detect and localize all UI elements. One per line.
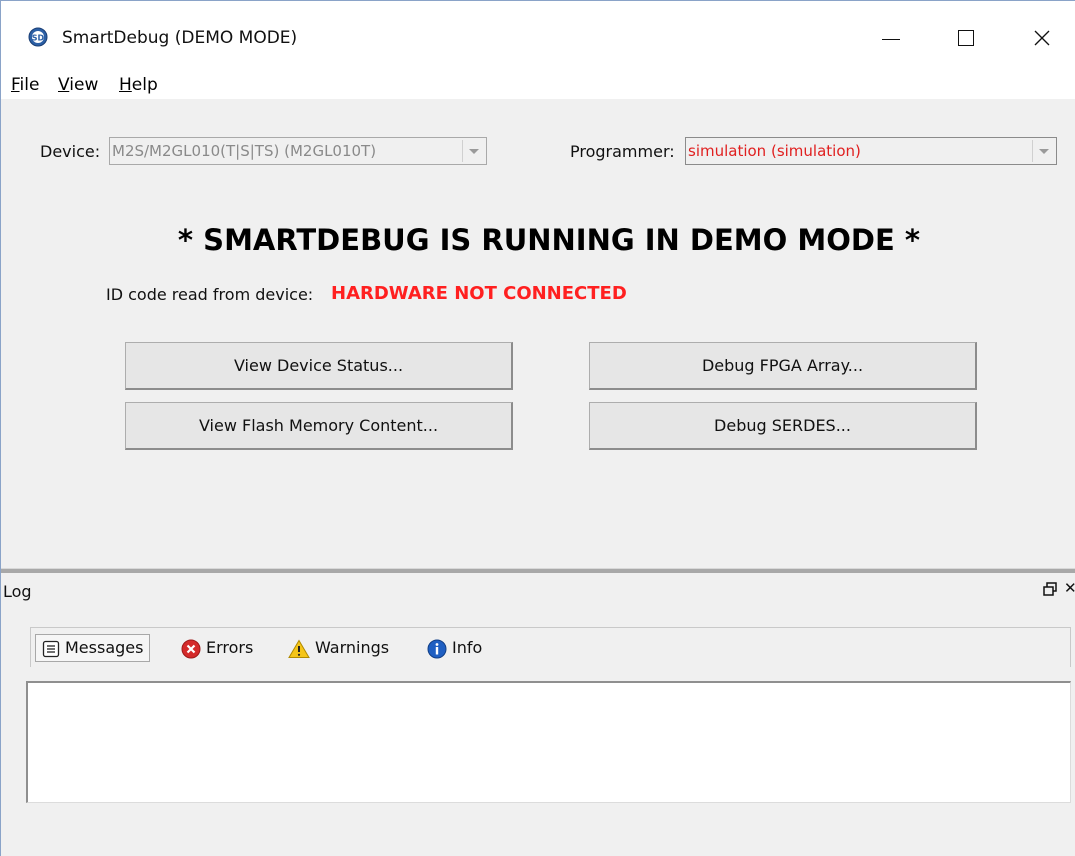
close-button[interactable] — [1012, 16, 1072, 60]
menu-help-mnemonic: H — [119, 75, 132, 95]
chevron-down-icon[interactable] — [1032, 140, 1054, 162]
view-flash-memory-button[interactable]: View Flash Memory Content... — [125, 402, 513, 450]
info-icon — [427, 639, 447, 658]
view-device-status-button[interactable]: View Device Status... — [125, 342, 513, 390]
menu-file-label: ile — [19, 75, 40, 95]
demo-mode-banner: * SMARTDEBUG IS RUNNING IN DEMO MODE * — [177, 223, 921, 257]
log-title: Log — [3, 582, 32, 601]
tab-info-label: Info — [452, 638, 483, 657]
tab-warnings[interactable]: Warnings — [288, 635, 389, 661]
chevron-down-icon[interactable] — [462, 140, 484, 162]
window-title: SmartDebug (DEMO MODE) — [62, 28, 298, 48]
menu-view-label: iew — [69, 75, 99, 95]
close-pane-icon[interactable]: ✕ — [1064, 579, 1075, 597]
error-icon — [181, 639, 201, 658]
id-code-value: HARDWARE NOT CONNECTED — [331, 283, 627, 304]
title-bar[interactable]: SD SmartDebug (DEMO MODE) — [1, 1, 1075, 71]
minimize-button[interactable] — [860, 16, 920, 60]
smartdebug-window: SD SmartDebug (DEMO MODE) File View Help… — [0, 0, 1075, 856]
tab-info[interactable]: Info — [427, 635, 482, 661]
menu-file-mnemonic: F — [11, 75, 20, 95]
maximize-button[interactable] — [936, 16, 996, 60]
tab-errors[interactable]: Errors — [181, 635, 253, 661]
id-code-label: ID code read from device: — [106, 285, 314, 304]
menu-file[interactable]: File — [11, 75, 39, 95]
programmer-select-value: simulation (simulation) — [688, 142, 861, 160]
menu-bar: File View Help — [1, 71, 1075, 99]
programmer-select[interactable]: simulation (simulation) — [685, 137, 1057, 165]
tab-messages-label: Messages — [65, 638, 144, 657]
device-select-value: M2S/M2GL010(T|S|TS) (M2GL010T) — [112, 142, 377, 160]
close-icon — [1034, 30, 1050, 46]
tab-errors-label: Errors — [206, 638, 254, 657]
log-messages-area[interactable] — [26, 681, 1071, 803]
device-select[interactable]: M2S/M2GL010(T|S|TS) (M2GL010T) — [109, 137, 487, 165]
smartdebug-logo-icon: SD — [28, 27, 48, 47]
device-label: Device: — [40, 142, 101, 161]
list-icon — [42, 640, 60, 657]
minimize-icon — [882, 39, 900, 40]
tab-messages[interactable]: Messages — [35, 634, 151, 662]
log-pane-header: Log ✕ — [1, 573, 1075, 607]
debug-fpga-array-button[interactable]: Debug FPGA Array... — [589, 342, 977, 390]
menu-view[interactable]: View — [58, 75, 98, 95]
float-window-icon[interactable] — [1043, 582, 1057, 596]
menu-help[interactable]: Help — [119, 75, 158, 95]
menu-help-label: elp — [131, 75, 158, 95]
maximize-icon — [958, 30, 974, 46]
menu-view-mnemonic: V — [58, 75, 70, 95]
debug-serdes-button[interactable]: Debug SERDES... — [589, 402, 977, 450]
svg-text:SD: SD — [32, 34, 45, 43]
warning-icon — [288, 639, 310, 658]
tab-warnings-label: Warnings — [315, 638, 390, 657]
programmer-label: Programmer: — [570, 142, 675, 161]
log-tab-bar: Messages Errors Warnings Info — [30, 627, 1071, 667]
